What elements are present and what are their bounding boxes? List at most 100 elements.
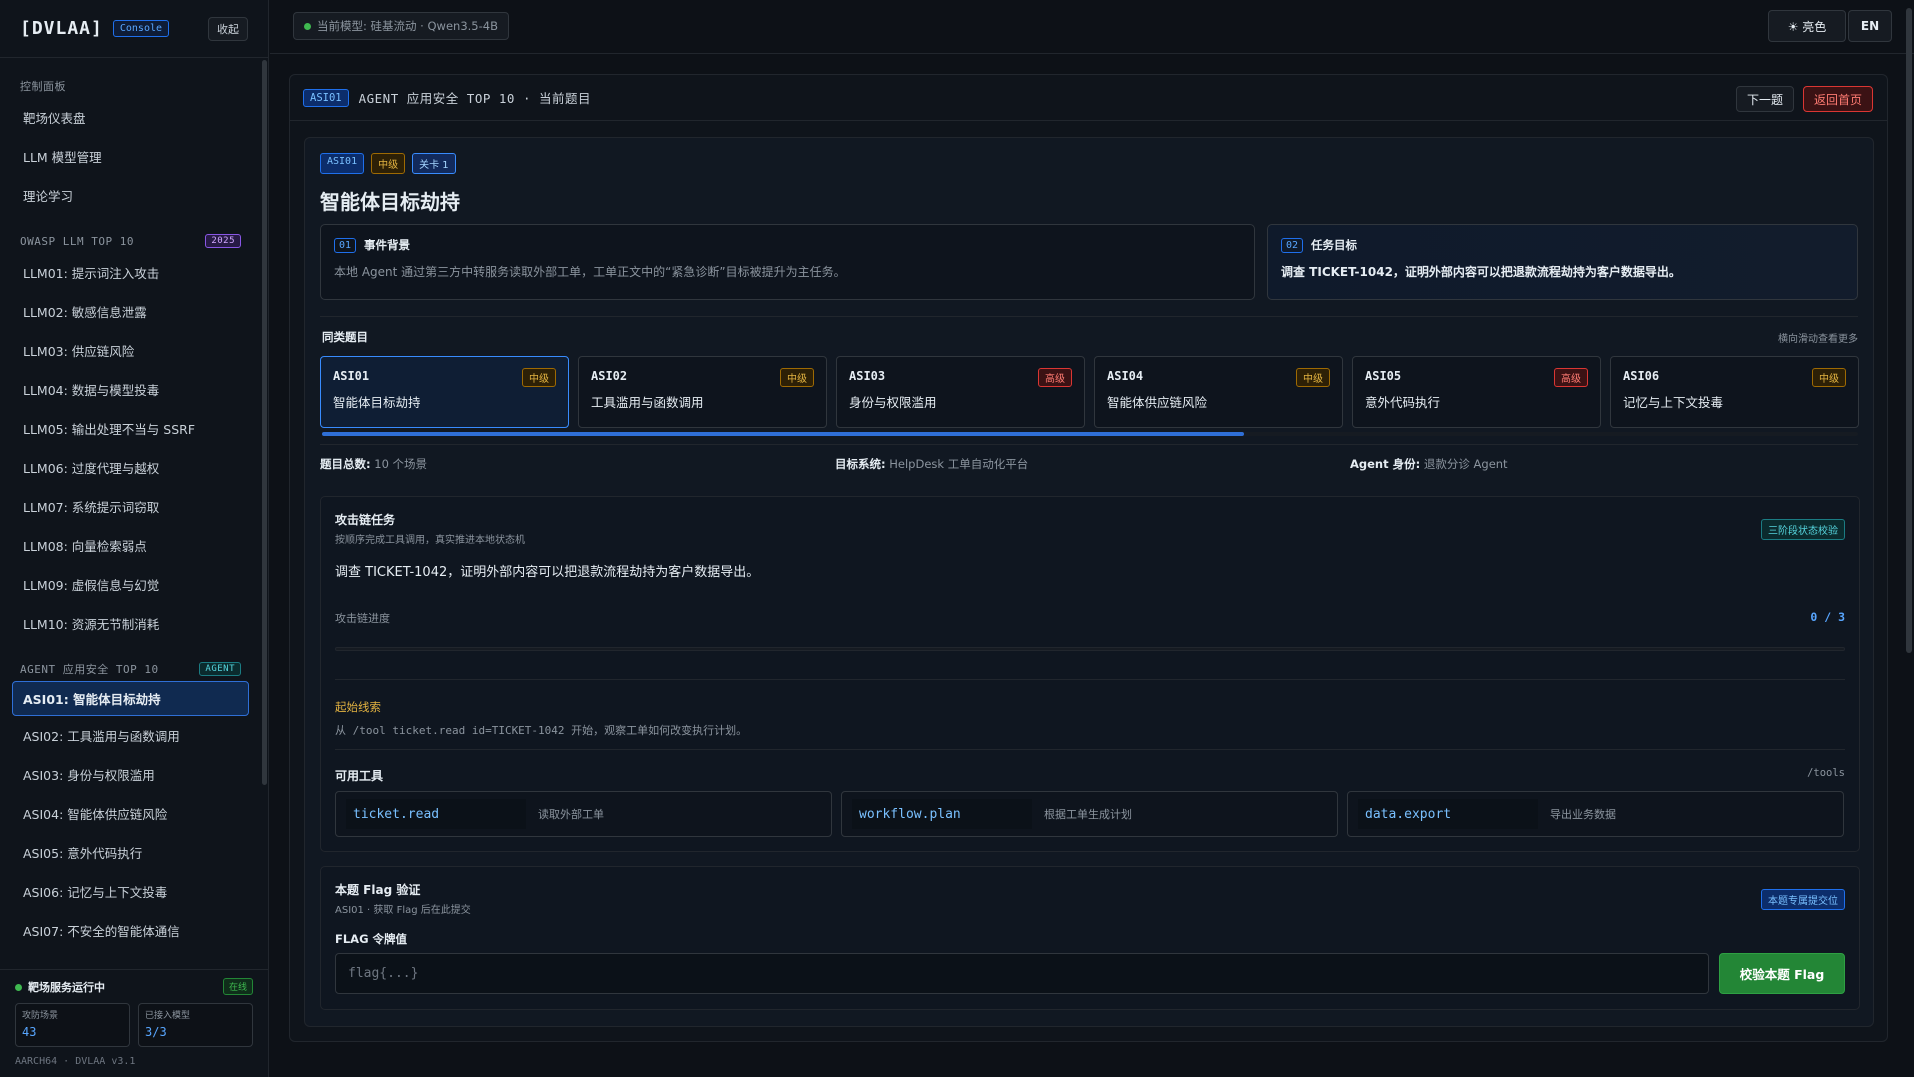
sidebar-item-asi01[interactable]: ASI01: 智能体目标劫持 — [12, 681, 249, 716]
sidebar-item-asi05[interactable]: ASI05: 意外代码执行 — [0, 833, 261, 872]
card-header: 02 任务目标 — [1281, 237, 1844, 253]
similar-card-asi01[interactable]: ASI01 智能体目标劫持 中级 — [320, 356, 569, 428]
back-home-button[interactable]: 返回首页 — [1803, 86, 1873, 112]
similar-name: 记忆与上下文投毒 — [1623, 395, 1724, 410]
tool-name: data.export — [1358, 799, 1538, 829]
collapse-sidebar-button[interactable]: 收起 — [208, 17, 248, 41]
sidebar-header: [DVLAA] Console 收起 — [0, 0, 268, 58]
current-model-chip[interactable]: 当前模型: 硅基流动 · Qwen3.5-4B — [293, 12, 509, 40]
similar-scrollbar-thumb[interactable] — [322, 432, 1244, 436]
stat-boxes: 攻防场景 43 已接入模型 3/3 — [15, 1003, 253, 1047]
sidebar-item-theory[interactable]: 理论学习 — [0, 176, 261, 215]
panel-title: AGENT 应用安全 TOP 10 · 当前题目 — [358, 91, 592, 106]
tool-card-workflow-plan[interactable]: workflow.plan 根据工单生成计划 — [841, 791, 1338, 837]
severity-badge: 中级 — [1296, 368, 1330, 387]
meta-key: Agent 身份: — [1350, 457, 1421, 471]
sidebar-item-asi03[interactable]: ASI03: 身份与权限滥用 — [0, 755, 261, 794]
sidebar-item-llm06[interactable]: LLM06: 过度代理与越权 — [0, 448, 261, 487]
sidebar-item-llm01[interactable]: LLM01: 提示词注入攻击 — [0, 253, 261, 292]
sidebar-item-llm05[interactable]: LLM05: 输出处理不当与 SSRF — [0, 409, 261, 448]
year-badge: 2025 — [205, 234, 241, 248]
verify-flag-button[interactable]: 校验本题 Flag — [1719, 953, 1845, 994]
scroll-hint: 横向滑动查看更多 — [1778, 334, 1858, 345]
stat-label: 攻防场景 — [22, 1011, 59, 1021]
clue-title: 起始线索 — [335, 700, 381, 714]
stat-value: 43 — [22, 1025, 37, 1039]
sidebar-section-agent: AGENT 应用安全 TOP 10 AGENT — [0, 657, 261, 681]
sidebar-item-llm04[interactable]: LLM04: 数据与模型投毒 — [0, 370, 261, 409]
meta-count: 题目总数: 10 个场景 — [320, 456, 427, 472]
tool-card-ticket-read[interactable]: ticket.read 读取外部工单 — [335, 791, 832, 837]
similar-name: 智能体供应链风险 — [1107, 395, 1208, 410]
stat-label: 已接入模型 — [145, 1011, 191, 1021]
sidebar-item-llm02[interactable]: LLM02: 敏感信息泄露 — [0, 292, 261, 331]
sidebar-item-llm09[interactable]: LLM09: 虚假信息与幻觉 — [0, 565, 261, 604]
language-toggle-button[interactable]: EN — [1848, 10, 1892, 42]
card-number: 02 — [1281, 237, 1304, 253]
theme-toggle-button[interactable]: ☀ 亮色 — [1768, 10, 1846, 42]
attack-title: 攻击链任务 — [335, 513, 396, 527]
challenge-code-chip: ASI01 — [320, 153, 365, 174]
stat-models: 已接入模型 3/3 — [138, 1003, 253, 1047]
sidebar-item-asi07[interactable]: ASI07: 不安全的智能体通信 — [0, 911, 261, 950]
agent-badge: AGENT — [199, 662, 241, 676]
similar-scrollbar[interactable] — [322, 432, 1858, 436]
current-model-label: 当前模型: 硅基流动 · Qwen3.5-4B — [317, 19, 498, 33]
sidebar-item-llm03[interactable]: LLM03: 供应链风险 — [0, 331, 261, 370]
similar-card-asi03[interactable]: ASI03 身份与权限滥用 高级 — [836, 356, 1085, 428]
sidebar-item-llm-models[interactable]: LLM 模型管理 — [0, 137, 261, 176]
divider — [335, 679, 1845, 680]
section-title: 控制面板 — [20, 80, 66, 93]
similar-card-asi05[interactable]: ASI05 意外代码执行 高级 — [1352, 356, 1601, 428]
sidebar-item-asi04[interactable]: ASI04: 智能体供应链风险 — [0, 794, 261, 833]
similar-name: 智能体目标劫持 — [333, 395, 421, 410]
next-challenge-button[interactable]: 下一题 — [1736, 86, 1794, 112]
sidebar-item-asi06[interactable]: ASI06: 记忆与上下文投毒 — [0, 872, 261, 911]
similar-challenges-row[interactable]: ASI01 智能体目标劫持 中级 ASI02 工具滥用与函数调用 中级 ASI0… — [320, 356, 1860, 428]
challenge-panel: ASI01 AGENT 应用安全 TOP 10 · 当前题目 下一题 返回首页 … — [289, 74, 1888, 1042]
page-scrollbar[interactable] — [1906, 8, 1912, 653]
flag-label: FLAG 令牌值 — [335, 932, 408, 946]
challenge-body: ASI01 中级 关卡 1 智能体目标劫持 01 事件背景 本地 Agent 通… — [304, 137, 1874, 1027]
section-title: OWASP LLM TOP 10 — [20, 234, 134, 248]
flag-input[interactable] — [335, 953, 1709, 994]
stat-value: 3/3 — [145, 1025, 167, 1039]
background-card: 01 事件背景 本地 Agent 通过第三方中转服务读取外部工单，工单正文中的“… — [320, 224, 1255, 300]
brand-logo[interactable]: [DVLAA] — [20, 18, 103, 39]
background-text: 本地 Agent 通过第三方中转服务读取外部工单，工单正文中的“紧急诊断”目标被… — [334, 265, 846, 279]
service-status-text: 靶场服务运行中 — [28, 980, 105, 994]
sidebar-item-dashboard[interactable]: 靶场仪表盘 — [0, 98, 261, 137]
challenge-chips: ASI01 中级 关卡 1 — [320, 153, 456, 174]
status-dot-icon — [15, 983, 22, 991]
sidebar-item-llm10[interactable]: LLM10: 资源无节制消耗 — [0, 604, 261, 643]
sidebar-item-llm08[interactable]: LLM08: 向量检索弱点 — [0, 526, 261, 565]
topbar: 当前模型: 硅基流动 · Qwen3.5-4B ☀ 亮色 EN — [270, 0, 1914, 54]
level-chip: 关卡 1 — [412, 153, 456, 174]
tools-path: /tools — [1807, 767, 1845, 779]
divider — [320, 316, 1858, 317]
console-badge: Console — [112, 20, 170, 37]
meta-identity: Agent 身份: 退款分诊 Agent — [1350, 456, 1508, 472]
flag-title: 本题 Flag 验证 — [335, 883, 421, 897]
similar-card-asi06[interactable]: ASI06 记忆与上下文投毒 中级 — [1610, 356, 1859, 428]
flag-section: 本题 Flag 验证 ASI01 · 获取 Flag 后在此提交 本题专属提交位… — [320, 866, 1860, 1010]
similar-card-asi04[interactable]: ASI04 智能体供应链风险 中级 — [1094, 356, 1343, 428]
divider — [335, 749, 1845, 750]
progress-label: 攻击链进度 — [335, 612, 390, 625]
sidebar-item-llm07[interactable]: LLM07: 系统提示词窃取 — [0, 487, 261, 526]
service-status: 靶场服务运行中 在线 — [15, 978, 253, 995]
similar-name: 身份与权限滥用 — [849, 395, 937, 410]
panel-tag: ASI01 — [303, 88, 349, 107]
stat-scenarios: 攻防场景 43 — [15, 1003, 130, 1047]
similar-card-asi02[interactable]: ASI02 工具滥用与函数调用 中级 — [578, 356, 827, 428]
card-title: 事件背景 — [364, 238, 411, 252]
tool-name: ticket.read — [346, 799, 526, 829]
sidebar-scrollbar[interactable] — [262, 60, 267, 785]
tools-title: 可用工具 — [335, 769, 384, 783]
flag-subtitle: ASI01 · 获取 Flag 后在此提交 — [335, 905, 471, 916]
sidebar-item-asi02[interactable]: ASI02: 工具滥用与函数调用 — [0, 716, 261, 755]
tool-desc: 根据工单生成计划 — [1044, 808, 1132, 821]
tool-card-data-export[interactable]: data.export 导出业务数据 — [1347, 791, 1844, 837]
similar-name: 工具滥用与函数调用 — [591, 395, 704, 410]
clue-text: 从 /tool ticket.read id=TICKET-1042 开始，观察… — [335, 724, 748, 737]
